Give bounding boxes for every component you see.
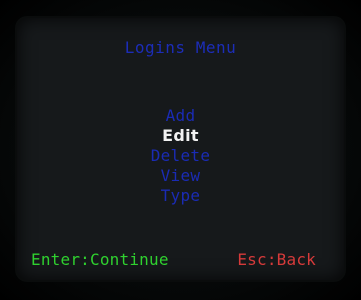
menu-list: Add Edit Delete View Type xyxy=(17,106,344,206)
menu-item-delete[interactable]: Delete xyxy=(17,146,344,166)
monitor-bezel: Logins Menu Add Edit Delete View Type En… xyxy=(0,0,361,300)
lcd-screen: Logins Menu Add Edit Delete View Type En… xyxy=(17,18,344,280)
menu-item-add[interactable]: Add xyxy=(17,106,344,126)
menu-item-type[interactable]: Type xyxy=(17,186,344,206)
menu-title: Logins Menu xyxy=(124,38,237,57)
menu-item-edit[interactable]: Edit xyxy=(17,126,344,146)
esc-back-hint[interactable]: Esc:Back xyxy=(237,250,316,269)
enter-continue-hint[interactable]: Enter:Continue xyxy=(31,250,169,269)
menu-item-view[interactable]: View xyxy=(17,166,344,186)
